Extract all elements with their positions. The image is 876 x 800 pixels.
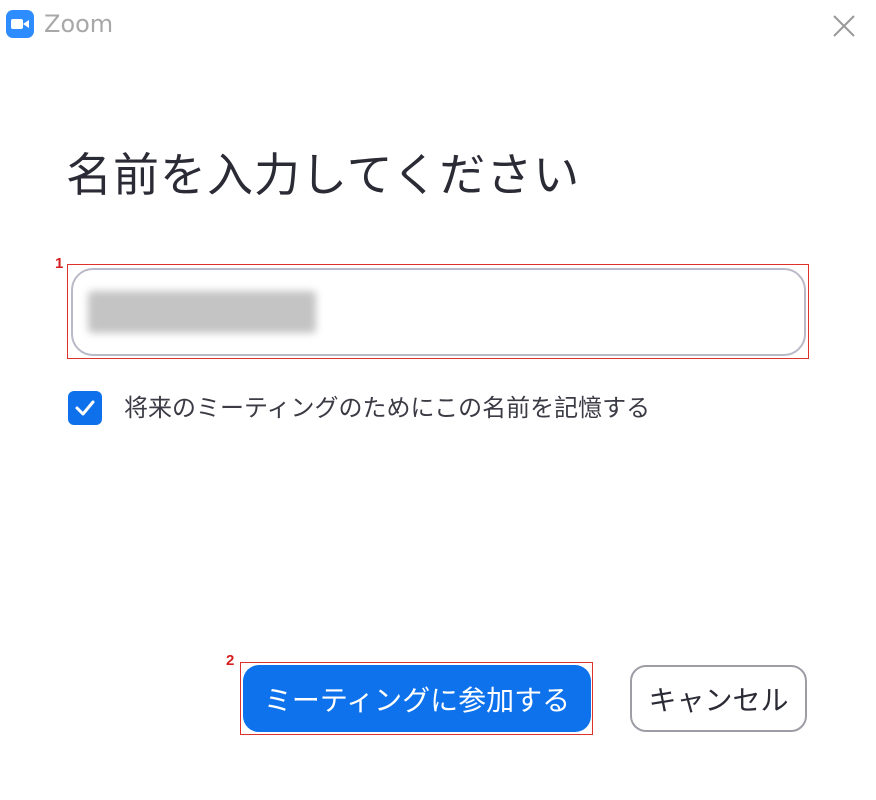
zoom-name-dialog: Zoom 名前を入力してください 1 将来のミーティングのためにこの名前を記憶す… xyxy=(0,0,876,800)
cancel-button[interactable]: キャンセル xyxy=(630,665,807,732)
close-icon xyxy=(833,15,855,37)
dialog-heading: 名前を入力してください xyxy=(66,148,581,202)
annotation-marker-1: 1 xyxy=(55,255,64,272)
remember-name-option[interactable]: 将来のミーティングのためにこの名前を記憶する xyxy=(68,390,650,426)
remember-name-label: 将来のミーティングのためにこの名前を記憶する xyxy=(124,394,651,422)
join-meeting-button[interactable]: ミーティングに参加する xyxy=(243,665,591,732)
remember-name-checkbox[interactable] xyxy=(68,391,102,425)
annotation-marker-2: 2 xyxy=(226,652,235,669)
zoom-camera-icon xyxy=(6,10,34,38)
checkmark-icon xyxy=(75,400,95,416)
title-bar: Zoom xyxy=(0,0,876,50)
close-button[interactable] xyxy=(826,8,862,44)
app-title: Zoom xyxy=(44,10,114,38)
name-input-value-redacted xyxy=(88,291,316,333)
